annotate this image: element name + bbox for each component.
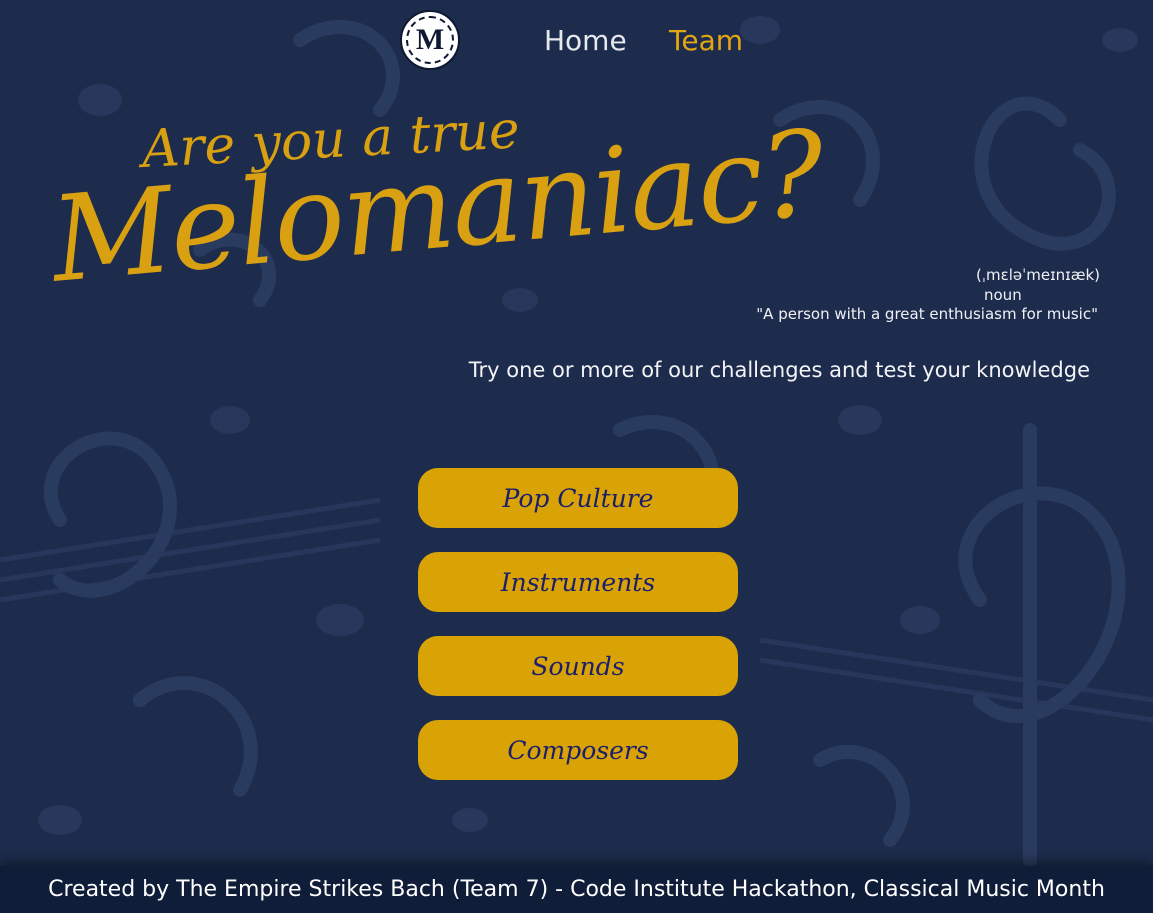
definition: "A person with a great enthusiasm for mu… <box>756 305 1098 323</box>
part-of-speech: noun <box>984 286 1022 304</box>
top-nav: M Home Team <box>0 0 1153 82</box>
footer: Created by The Empire Strikes Bach (Team… <box>0 866 1153 913</box>
pronunciation: (ˌmɛləˈmeɪnɪæk) <box>976 266 1100 284</box>
sounds-button[interactable]: Sounds <box>418 636 738 696</box>
nav-team-link[interactable]: Team <box>669 22 743 60</box>
nav-home-link[interactable]: Home <box>544 22 627 60</box>
tagline: Try one or more of our challenges and te… <box>468 358 1090 382</box>
footer-credit: Created by The Empire Strikes Bach (Team… <box>48 877 1105 902</box>
composers-button[interactable]: Composers <box>418 720 738 780</box>
logo-ring <box>406 16 454 64</box>
instruments-button[interactable]: Instruments <box>418 552 738 612</box>
logo-icon[interactable]: M <box>400 10 460 70</box>
challenge-list: Pop Culture Instruments Sounds Composers <box>418 468 738 804</box>
pop-culture-button[interactable]: Pop Culture <box>418 468 738 528</box>
